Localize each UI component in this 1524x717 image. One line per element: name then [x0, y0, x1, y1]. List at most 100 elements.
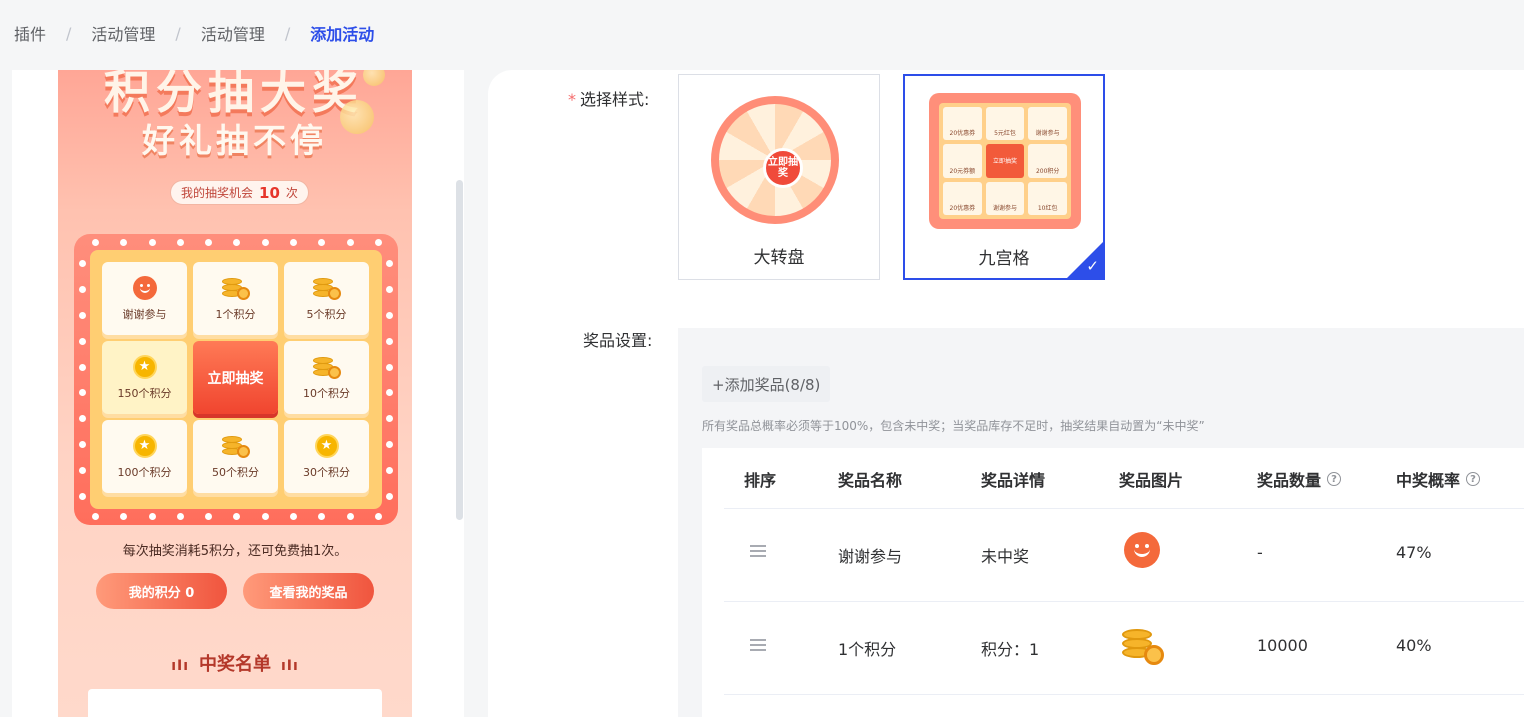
star-coin-icon: ★ [314, 433, 339, 458]
probability-hint: 所有奖品总概率必须等于100%，包含未中奖；当奖品库存不足时，抽奖结果自动置为“… [702, 419, 1205, 433]
thumb-cell: 谢谢参与 [985, 181, 1025, 215]
breadcrumb-item-activity-management-2[interactable]: 活动管理 [201, 21, 265, 45]
prize-label: 奖品设置: [583, 331, 653, 350]
drag-handle-icon[interactable] [750, 639, 766, 654]
draw-chances-badge: 我的抽奖机会 10 次 [170, 180, 309, 205]
drag-handle-icon[interactable] [750, 545, 766, 560]
column-header-name: 奖品名称 [838, 471, 903, 490]
grid-cell-label: 10个积分 [303, 386, 350, 400]
column-header-image: 奖品图片 [1119, 471, 1184, 490]
grid-cell-1-point: 1个积分 [193, 262, 278, 335]
grid-cell-thanks: 谢谢参与 [102, 262, 187, 335]
nine-grid-thumbnail: 20优惠券 5元红包 谢谢参与 20元券额 立即抽奖 200积分 20优惠券 谢… [929, 93, 1081, 229]
chance-label: 我的抽奖机会 [181, 186, 254, 200]
style-label-text: 选择样式: [580, 90, 650, 109]
breadcrumb: 插件 / 活动管理 / 活动管理 / 添加活动 [14, 20, 374, 46]
consume-note: 每次抽奖消耗5积分，还可免费抽1次。 [122, 544, 348, 559]
my-prizes-button[interactable]: 查看我的奖品 [243, 573, 374, 609]
prize-name: 谢谢参与 [838, 547, 903, 566]
style-option-wheel[interactable]: 立即抽奖 大转盘 [678, 74, 880, 280]
coins-icon [221, 276, 250, 300]
preview-panel: 积分抽大奖 好礼抽不停 我的抽奖机会 10 次 谢谢参与 1个积分 5个积分 ★… [12, 70, 464, 717]
grid-cell-label: 1个积分 [215, 307, 256, 321]
breadcrumb-separator: / [175, 23, 181, 43]
bars-icon: ıIı [281, 658, 299, 674]
phone-preview: 积分抽大奖 好礼抽不停 我的抽奖机会 10 次 谢谢参与 1个积分 5个积分 ★… [58, 70, 412, 717]
grid-cell-label: 50个积分 [212, 465, 259, 479]
prize-settings: +添加奖品(8/8) 所有奖品总概率必须等于100%，包含未中奖；当奖品库存不足… [678, 328, 1524, 717]
prize-detail: 积分：1 [981, 640, 1040, 659]
column-header-quantity-text: 奖品数量 [1257, 471, 1322, 490]
prize-table: 排序 奖品名称 奖品详情 奖品图片 奖品数量 ? 中奖概率 ? 谢谢参与 未中奖… [702, 448, 1524, 717]
grid-cell-label: 30个积分 [303, 465, 350, 479]
prize-probability: 47% [1396, 543, 1432, 562]
board-lights [79, 260, 86, 500]
wheel-center: 立即抽奖 [763, 148, 803, 188]
grid-cell-100-points: ★ 100个积分 [102, 420, 187, 493]
coins-icon [1122, 625, 1164, 665]
style-option-name: 大转盘 [753, 248, 805, 268]
thumb-cell: 20元券额 [943, 144, 982, 178]
star-coin-icon: ★ [132, 433, 157, 458]
prize-detail: 未中奖 [981, 547, 1030, 566]
grid-cell-10-points: 10个积分 [284, 341, 369, 414]
board-lights [92, 513, 382, 520]
my-points-button[interactable]: 我的积分 0 [96, 573, 227, 609]
column-header-quantity: 奖品数量 ? [1257, 467, 1342, 491]
thumb-cell: 谢谢参与 [1028, 107, 1067, 141]
smile-icon [1124, 532, 1160, 568]
prize-probability: 40% [1396, 636, 1432, 655]
check-icon: ✓ [1086, 257, 1099, 275]
style-label: * 选择样式: [568, 86, 649, 110]
lottery-board: 谢谢参与 1个积分 5个积分 ★ 150个积分 立即抽奖 10个积分 ★ 100… [74, 234, 398, 525]
grid-cell-30-points: ★ 30个积分 [284, 420, 369, 493]
wheel-thumbnail: 立即抽奖 [711, 96, 839, 224]
breadcrumb-item-plugins[interactable]: 插件 [14, 21, 46, 45]
thumb-cell: 10红包 [1028, 181, 1067, 215]
required-mark: * [568, 90, 576, 109]
coin-decoration-icon [363, 70, 385, 86]
smile-icon [132, 275, 157, 300]
column-header-probability-text: 中奖概率 [1396, 471, 1461, 490]
thumb-cell: 20优惠券 [943, 107, 982, 141]
grid-cell-label: 150个积分 [117, 386, 172, 400]
prize-name: 1个积分 [838, 640, 897, 659]
draw-now-button[interactable]: 立即抽奖 [193, 341, 278, 414]
thumb-cell: 立即抽奖 [985, 144, 1025, 178]
board-lights [92, 239, 382, 246]
grid-cell-150-points: ★ 150个积分 [102, 341, 187, 414]
grid-cell-label: 100个积分 [117, 465, 172, 479]
star-coin-icon: ★ [132, 354, 157, 379]
hero-subtitle: 好礼抽不停 [142, 121, 327, 160]
grid-cell-label: 5个积分 [306, 307, 347, 321]
thumb-cell: 20优惠券 [943, 181, 982, 215]
row-divider [724, 508, 1524, 509]
help-icon[interactable]: ? [1327, 472, 1342, 486]
winners-list [88, 689, 382, 717]
breadcrumb-separator: / [66, 23, 72, 43]
chance-count: 10 [259, 183, 280, 202]
breadcrumb-item-activity-management[interactable]: 活动管理 [91, 21, 155, 45]
grid-cell-50-points: 50个积分 [193, 420, 278, 493]
grid-cell-5-points: 5个积分 [284, 262, 369, 335]
column-header-order: 排序 [744, 471, 777, 490]
winners-title-text: 中奖名单 [199, 654, 271, 675]
coins-icon [312, 355, 341, 379]
help-icon[interactable]: ? [1466, 472, 1481, 486]
chance-unit: 次 [285, 186, 298, 200]
thumb-cell: 5元红包 [985, 107, 1025, 141]
thumb-cell: 200积分 [1028, 144, 1067, 178]
add-prize-button[interactable]: +添加奖品(8/8) [702, 366, 831, 402]
style-option-nine-grid[interactable]: 20优惠券 5元红包 谢谢参与 20元券额 立即抽奖 200积分 20优惠券 谢… [903, 74, 1105, 280]
coin-decoration-icon [340, 100, 374, 134]
prize-quantity: - [1257, 543, 1263, 562]
coins-icon [221, 434, 250, 458]
activity-form: * 选择样式: 立即抽奖 大转盘 20优惠券 5元红包 谢谢参与 20元券额 立即… [488, 70, 1524, 717]
row-divider [724, 694, 1524, 695]
prize-quantity: 10000 [1257, 636, 1308, 655]
breadcrumb-current: 添加活动 [310, 25, 375, 44]
bars-icon: ıIı [171, 658, 189, 674]
preview-scrollbar[interactable] [456, 180, 463, 520]
prize-grid: 谢谢参与 1个积分 5个积分 ★ 150个积分 立即抽奖 10个积分 ★ 100… [102, 262, 370, 493]
row-divider [724, 601, 1524, 602]
